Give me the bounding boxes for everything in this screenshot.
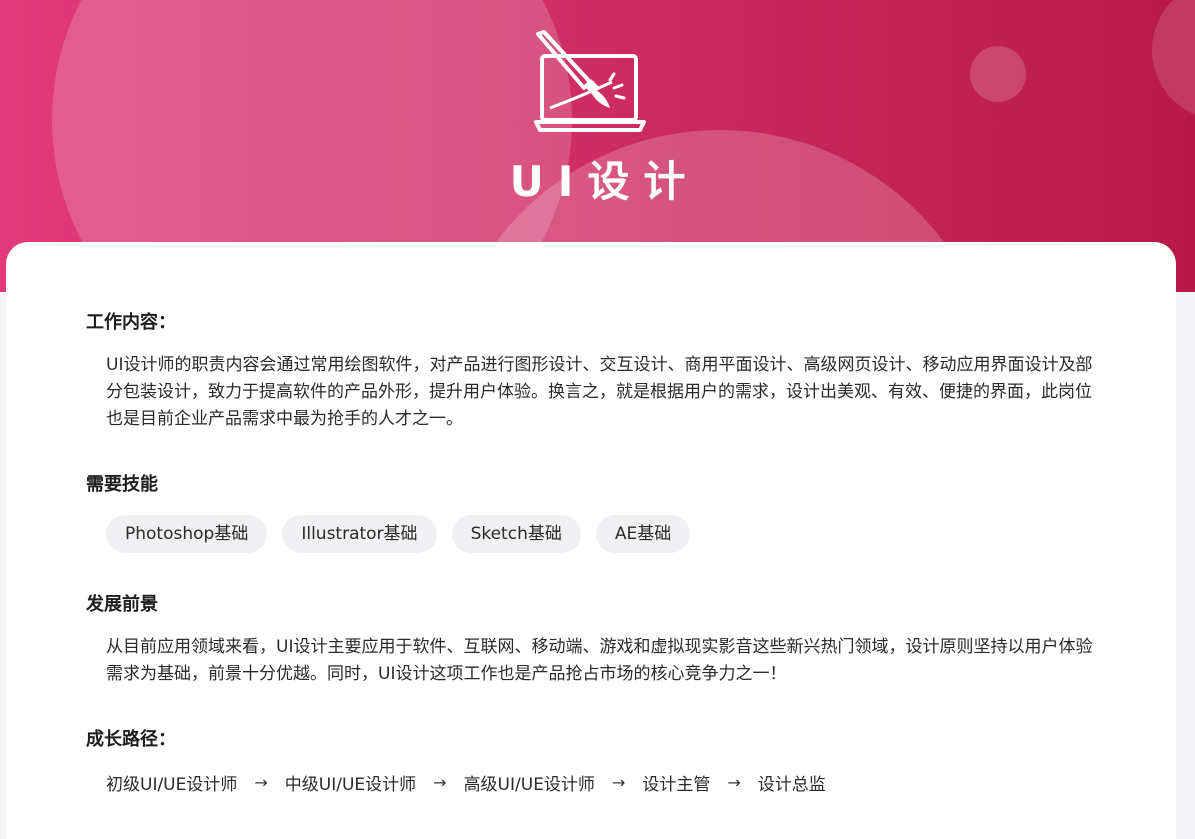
decor-circle <box>970 46 1026 102</box>
section-title-skills: 需要技能 <box>86 474 158 495</box>
skill-tags: Photoshop基础 Illustrator基础 Sketch基础 AE基础 <box>106 515 691 553</box>
section-title-work: 工作内容： <box>86 312 176 333</box>
career-path: 初级UI/UE设计师 → 中级UI/UE设计师 → 高级UI/UE设计师 → 设… <box>106 770 826 795</box>
career-step: 高级UI/UE设计师 <box>463 775 595 795</box>
arrow-right-icon: → <box>254 773 268 792</box>
content-card: 工作内容： UI设计师的职责内容会通过常用绘图软件，对产品进行图形设计、交互设计… <box>6 242 1176 839</box>
career-step: 设计总监 <box>757 775 826 795</box>
skill-tag: Sketch基础 <box>451 515 581 553</box>
career-step: 设计主管 <box>642 775 711 795</box>
skill-tag: AE基础 <box>595 515 691 553</box>
career-step: 初级UI/UE设计师 <box>106 775 238 795</box>
laptop-paintbrush-icon <box>534 30 646 132</box>
work-description: UI设计师的职责内容会通过常用绘图软件，对产品进行图形设计、交互设计、商用平面设… <box>106 355 1093 429</box>
decor-circle <box>1152 0 1195 120</box>
arrow-right-icon: → <box>433 773 447 792</box>
section-title-prospect: 发展前景 <box>86 594 158 615</box>
prospect-description: 从目前应用领域来看，UI设计主要应用于软件、互联网、移动端、游戏和虚拟现实影音这… <box>106 637 1093 684</box>
skill-tag: Photoshop基础 <box>106 515 268 553</box>
career-step: 中级UI/UE设计师 <box>284 775 417 795</box>
section-title-path: 成长路径： <box>86 729 176 750</box>
arrow-right-icon: → <box>727 773 741 792</box>
skill-tag: Illustrator基础 <box>282 515 437 553</box>
page-title: UI设计 <box>509 157 700 206</box>
arrow-right-icon: → <box>611 773 626 792</box>
